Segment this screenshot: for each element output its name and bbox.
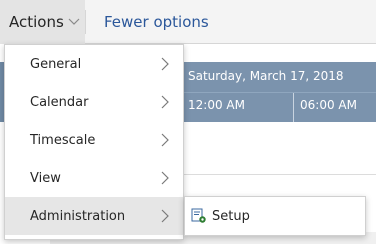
time-slot-label: 06:00 AM (300, 98, 357, 112)
menu-item-view[interactable]: View (5, 159, 183, 197)
setup-icon (191, 208, 207, 224)
menu-item-timescale[interactable]: Timescale (5, 121, 183, 159)
app-stage: Actions Fewer options Saturday, March 17… (0, 0, 376, 244)
calendar-row-line (184, 174, 376, 175)
menu-item-administration[interactable]: Administration (5, 197, 183, 235)
calendar-header: Saturday, March 17, 2018 12:00 AM 06:00 … (184, 62, 376, 122)
menu-item-label: Calendar (30, 94, 89, 110)
calendar-header-divider (184, 92, 376, 93)
submenu-item-setup[interactable]: Setup (185, 197, 365, 235)
menu-item-label: Administration (30, 208, 126, 224)
fewer-options-button[interactable]: Fewer options (104, 0, 209, 44)
toolbar-separator (85, 10, 86, 34)
menu-item-label: View (30, 170, 61, 186)
time-slot-label: 12:00 AM (188, 98, 245, 112)
chevron-right-icon (157, 132, 173, 148)
submenu-item-label: Setup (212, 208, 250, 224)
calendar-date-label: Saturday, March 17, 2018 (188, 69, 344, 83)
actions-label: Actions (9, 13, 64, 31)
toolbar: Actions Fewer options (0, 0, 376, 44)
actions-menu: General Calendar Timescale View Administ… (4, 44, 184, 240)
chevron-right-icon (157, 94, 173, 110)
chevron-right-icon (157, 56, 173, 72)
chevron-down-icon (68, 16, 80, 29)
menu-item-label: Timescale (30, 132, 96, 148)
menu-item-label: General (30, 56, 82, 72)
menu-item-general[interactable]: General (5, 45, 183, 83)
time-slot-divider (293, 93, 294, 122)
administration-submenu: Setup (184, 196, 366, 236)
actions-button[interactable]: Actions (0, 0, 85, 44)
chevron-right-icon (157, 208, 173, 224)
menu-item-calendar[interactable]: Calendar (5, 83, 183, 121)
chevron-right-icon (157, 170, 173, 186)
